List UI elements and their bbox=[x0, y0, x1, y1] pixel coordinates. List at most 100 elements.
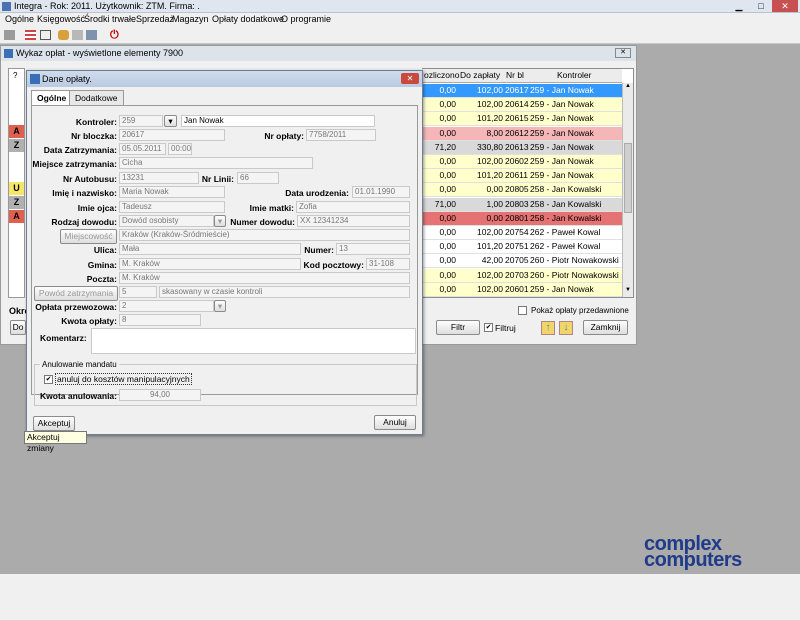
menu-magazyn[interactable]: Magazyn bbox=[172, 14, 209, 24]
arrow-up-icon[interactable]: ↑ bbox=[541, 321, 555, 335]
dialog-close-icon[interactable]: ✕ bbox=[401, 73, 419, 84]
minimize-icon[interactable]: ▁ bbox=[728, 0, 750, 12]
status-mark-z: Z bbox=[9, 139, 24, 152]
cell-do-zaplaty: 0,00 bbox=[486, 184, 503, 195]
lock-icon[interactable] bbox=[72, 30, 83, 40]
kwota-anulowania-field[interactable]: 94,00 bbox=[119, 389, 201, 401]
scroll-down-icon[interactable]: ▼ bbox=[623, 287, 633, 297]
cell-do-zaplaty: 101,20 bbox=[477, 113, 503, 124]
nr-autobusu-field[interactable]: 13231 bbox=[119, 172, 199, 184]
col-do-zaplaty[interactable]: Do zapłaty bbox=[460, 70, 500, 80]
label-oplata-przewozowa: Opłata przewozowa: bbox=[35, 302, 117, 312]
kod-pocztowy-field[interactable]: 31-108 bbox=[366, 258, 410, 270]
table-row[interactable]: 0,00 102,00 20754 262 - Paweł Kowal bbox=[423, 226, 622, 240]
arrow-down-icon[interactable]: ↓ bbox=[559, 321, 573, 335]
cell-rozliczono: 0,00 bbox=[439, 156, 456, 166]
print-icon[interactable] bbox=[86, 30, 97, 40]
col-nr-bl[interactable]: Nr bl bbox=[506, 70, 524, 80]
kontroler-dropdown-icon[interactable]: ▾ bbox=[164, 115, 177, 127]
cell-kontroler: 259 - Jan Nowak bbox=[530, 127, 594, 138]
ulica-field[interactable]: Mała bbox=[119, 243, 301, 255]
label-nr-linii: Nr Linii: bbox=[201, 174, 234, 184]
powod-zatrzymania-button[interactable]: Powód zatrzymania bbox=[34, 286, 118, 301]
tab-ogolne[interactable]: Ogólne bbox=[31, 90, 73, 106]
col-rozliczono[interactable]: ozliczono bbox=[424, 70, 459, 80]
anuluj-koszty-label[interactable]: anuluj do kosztów manipulacyjnych bbox=[55, 373, 192, 385]
imie-ojca-field[interactable]: Tadeusz bbox=[119, 201, 225, 213]
table-row[interactable]: 0,00 102,00 20703 260 - Piotr Nowakowski bbox=[423, 268, 622, 283]
data-urodzenia-field[interactable]: 01.01.1990 bbox=[352, 186, 410, 198]
label-gmina: Gmina: bbox=[87, 260, 117, 270]
imie-matki-field[interactable]: Zofia bbox=[296, 201, 410, 213]
oplata-dropdown-icon[interactable]: ▾ bbox=[214, 300, 226, 312]
cell-kontroler: 259 - Jan Nowak bbox=[530, 85, 594, 95]
miejscowosc-button[interactable]: Miejscowość bbox=[60, 229, 117, 244]
menu-srodki-trwale[interactable]: Środki trwałe bbox=[84, 14, 136, 24]
table-row[interactable]: 71,20 330,80 20613 259 - Jan Nowak bbox=[423, 140, 622, 155]
menu-oplaty-dodatkowe[interactable]: Opłaty dodatkowe bbox=[212, 14, 284, 24]
table-row[interactable]: 0,00 102,00 20614 259 - Jan Nowak bbox=[423, 98, 622, 113]
table-scrollbar[interactable]: ▲ ▼ bbox=[622, 83, 633, 297]
numer-field[interactable]: 13 bbox=[336, 243, 410, 255]
rodzaj-dowodu-select[interactable]: Dowód osobisty bbox=[119, 215, 214, 227]
col-kontroler[interactable]: Kontroler bbox=[557, 70, 592, 80]
power-icon[interactable]: ⏻ bbox=[110, 30, 121, 41]
table-row[interactable]: 0,00 102,00 20602 259 - Jan Nowak bbox=[423, 155, 622, 169]
anuluj-koszty-checkbox[interactable]: ✔ bbox=[44, 375, 53, 384]
copy-icon[interactable] bbox=[4, 30, 15, 40]
table-row[interactable]: 71,00 1,00 20803 258 - Jan Kowalski bbox=[423, 197, 622, 212]
do-button[interactable]: Do bbox=[10, 320, 26, 335]
show-overdue-checkbox[interactable] bbox=[518, 306, 527, 315]
list-window-close-icon[interactable]: ✕ bbox=[615, 48, 631, 58]
oplata-przewozowa-select[interactable]: 2 bbox=[119, 300, 214, 312]
tab-dodatkowe[interactable]: Dodatkowe bbox=[69, 90, 124, 105]
nr-linii-field[interactable]: 66 bbox=[237, 172, 279, 184]
kwota-oplaty-field[interactable]: 8 bbox=[119, 314, 201, 326]
cancel-button[interactable]: Anuluj bbox=[374, 415, 416, 430]
table-row[interactable]: 0,00 101,20 20611 259 - Jan Nowak bbox=[423, 169, 622, 184]
miejsce-field[interactable]: Cicha bbox=[119, 157, 313, 169]
table-row[interactable]: 0,00 102,00 20617 259 - Jan Nowak bbox=[423, 84, 622, 98]
table-icon[interactable] bbox=[40, 30, 51, 40]
data-zatrzymania-field[interactable]: 05.05.2011 bbox=[119, 143, 166, 155]
filter-checkbox[interactable]: ✔ bbox=[484, 323, 493, 332]
scroll-thumb[interactable] bbox=[624, 143, 632, 213]
list-icon[interactable] bbox=[25, 30, 36, 40]
godzina-field[interactable]: 00:00 bbox=[168, 143, 192, 155]
powod-opis-field[interactable]: skasowany w czasie kontroli bbox=[159, 286, 410, 298]
accept-button[interactable]: Akceptuj bbox=[33, 416, 75, 431]
close-list-button[interactable]: Zamknij bbox=[583, 320, 628, 335]
table-row[interactable]: 0,00 0,00 20801 258 - Jan Kowalski bbox=[423, 211, 622, 226]
close-icon[interactable]: ✕ bbox=[772, 0, 798, 12]
imie-nazwisko-field[interactable]: Maria Nowak bbox=[119, 186, 225, 198]
cell-nr-bl: 20601 bbox=[505, 283, 529, 294]
table-row[interactable]: 0,00 101,20 20751 262 - Paweł Kowal bbox=[423, 240, 622, 255]
kontroler-id-field[interactable]: 259 bbox=[119, 115, 163, 127]
menu-sprzedaz[interactable]: Sprzedaż bbox=[136, 14, 174, 24]
cell-kontroler: 258 - Jan Kowalski bbox=[530, 184, 602, 195]
table-row[interactable]: 0,00 0,00 20805 258 - Jan Kowalski bbox=[423, 183, 622, 198]
powod-kod-field[interactable]: 5 bbox=[119, 286, 157, 298]
kontroler-name-field[interactable]: Jan Nowak bbox=[181, 115, 375, 127]
menu-o-programie[interactable]: O programie bbox=[281, 14, 331, 24]
nr-oplaty-field[interactable]: 7758/2011 bbox=[306, 129, 376, 141]
poczta-field[interactable]: M. Kraków bbox=[119, 272, 410, 284]
nr-bloczka-field[interactable]: 20617 bbox=[119, 129, 225, 141]
label-nr-oplaty: Nr opłaty: bbox=[264, 131, 304, 141]
scroll-up-icon[interactable]: ▲ bbox=[623, 83, 633, 93]
table-row[interactable]: 0,00 101,20 20615 259 - Jan Nowak bbox=[423, 112, 622, 127]
menu-ogolne[interactable]: Ogólne bbox=[5, 14, 34, 24]
miejscowosc-field[interactable]: Kraków (Kraków-Śródmieście) bbox=[119, 229, 410, 241]
menu-ksiegowosc[interactable]: Księgowość bbox=[37, 14, 85, 24]
cell-rozliczono: 0,00 bbox=[439, 85, 456, 95]
gmina-field[interactable]: M. Kraków bbox=[119, 258, 301, 270]
numer-dowodu-field[interactable]: XX 12341234 bbox=[297, 215, 410, 227]
maximize-icon[interactable]: □ bbox=[750, 0, 772, 12]
komentarz-textarea[interactable] bbox=[91, 328, 416, 354]
filter-button[interactable]: Filtr bbox=[436, 320, 480, 335]
users-icon[interactable] bbox=[58, 30, 69, 40]
table-row[interactable]: 0,00 8,00 20612 259 - Jan Nowak bbox=[423, 126, 622, 141]
table-row[interactable]: 0,00 102,00 20601 259 - Jan Nowak bbox=[423, 282, 622, 297]
cell-nr-bl: 20751 bbox=[505, 241, 529, 252]
table-row[interactable]: 0,00 42,00 20705 260 - Piotr Nowakowski bbox=[423, 254, 622, 269]
